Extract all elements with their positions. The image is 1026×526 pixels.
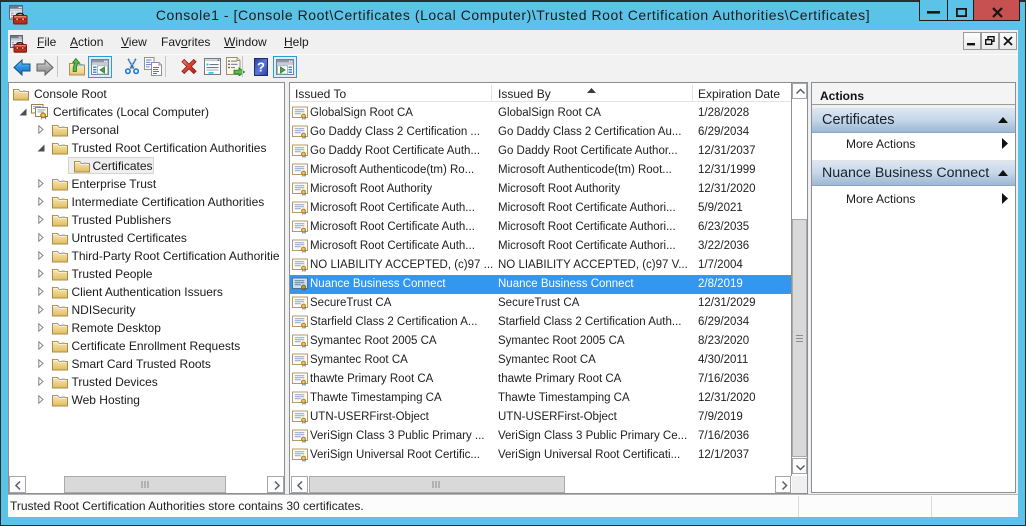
svg-text:?: ? [257, 60, 265, 75]
